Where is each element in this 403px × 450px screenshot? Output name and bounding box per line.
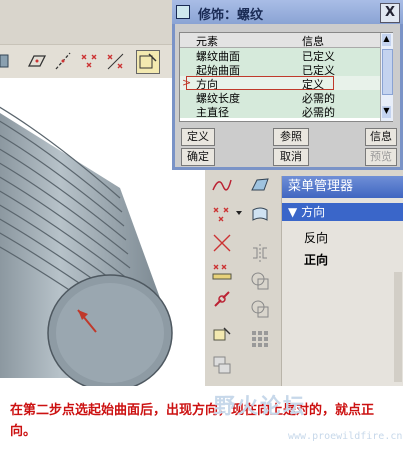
list-row[interactable]: 主直径 必需的 bbox=[180, 104, 380, 119]
dialog-titlebar[interactable]: 修饰：螺纹 X bbox=[172, 0, 403, 24]
ok-button[interactable]: 确定 bbox=[181, 148, 215, 166]
list-row[interactable]: 螺纹曲面 已定义 bbox=[180, 48, 380, 63]
dialog-body: 元素 信息 螺纹曲面 已定义 起始曲面 已定义 > 方向 定义 螺纹长度 必需的 bbox=[175, 24, 400, 167]
mirror-icon[interactable] bbox=[249, 242, 271, 264]
preview-button[interactable]: 预览 bbox=[365, 148, 397, 166]
plane-icon[interactable] bbox=[26, 50, 48, 72]
scrollbar-thumb[interactable] bbox=[382, 49, 393, 95]
coordinate-system-icon[interactable] bbox=[104, 50, 126, 72]
list-row[interactable]: 起始曲面 已定义 bbox=[180, 62, 380, 77]
menu-direction-header[interactable]: ▼ 方向 bbox=[282, 203, 403, 221]
triangle-down-icon: ▼ bbox=[288, 205, 298, 219]
column-header-info: 信息 bbox=[302, 35, 324, 48]
menu-scrollbar[interactable] bbox=[394, 272, 402, 382]
axis-icon[interactable] bbox=[52, 50, 74, 72]
list-row[interactable]: 螺纹长度 必需的 bbox=[180, 90, 380, 105]
trim-icon[interactable] bbox=[249, 298, 271, 320]
menu-manager-panel: 菜单管理器 ▼ 方向 反向 正向 bbox=[281, 176, 403, 386]
surface-tool-icon[interactable] bbox=[249, 204, 271, 226]
watermark-text: 野火论坛 bbox=[214, 394, 306, 418]
point-tool-icon[interactable] bbox=[211, 204, 233, 226]
main-toolbar bbox=[0, 0, 172, 79]
sketch-tool-icon[interactable] bbox=[211, 324, 233, 346]
sketch-icon[interactable] bbox=[136, 50, 160, 74]
chain-link-icon[interactable] bbox=[211, 288, 233, 310]
scroll-up-icon[interactable]: ▲ bbox=[382, 34, 391, 46]
list-scrollbar[interactable]: ▲ ▼ bbox=[380, 33, 393, 121]
measure-icon[interactable] bbox=[211, 260, 233, 282]
menu-direction-label: 方向 bbox=[301, 205, 326, 219]
cancel-button[interactable]: 取消 bbox=[273, 148, 309, 166]
list-header: 元素 信息 bbox=[180, 33, 380, 48]
menu-item-reverse[interactable]: 反向 bbox=[304, 229, 328, 246]
datum-curve-icon[interactable] bbox=[211, 174, 233, 196]
pattern-icon[interactable] bbox=[249, 328, 271, 350]
row-element: 主直径 bbox=[196, 106, 229, 119]
dialog-icon bbox=[176, 5, 190, 19]
analysis-surface-icon[interactable] bbox=[249, 174, 271, 196]
info-button[interactable]: 信息 bbox=[365, 128, 397, 146]
intersect-icon[interactable] bbox=[211, 232, 233, 254]
chevron-down-icon[interactable] bbox=[235, 208, 243, 218]
dialog-title: 修饰：螺纹 bbox=[198, 8, 264, 23]
menu-item-forward[interactable]: 正向 bbox=[304, 251, 328, 268]
menu-manager-title: 菜单管理器 bbox=[282, 176, 403, 198]
merge-icon[interactable] bbox=[249, 270, 271, 292]
right-toolbar: 菜单管理器 ▼ 方向 反向 正向 bbox=[205, 170, 403, 386]
define-button[interactable]: 定义 bbox=[181, 128, 215, 146]
menu-manager-title-text: 菜单管理器 bbox=[288, 179, 354, 194]
watermark-url: www.proewildfire.cn bbox=[288, 431, 403, 442]
row-info: 必需的 bbox=[302, 106, 335, 119]
selection-highlight bbox=[186, 76, 334, 90]
view-cube-icon[interactable] bbox=[0, 50, 22, 72]
element-list[interactable]: 元素 信息 螺纹曲面 已定义 起始曲面 已定义 > 方向 定义 螺纹长度 必需的 bbox=[179, 32, 393, 122]
thread-cosmetic-dialog: 修饰：螺纹 X 元素 信息 螺纹曲面 已定义 起始曲面 已定义 > 方向 定义 bbox=[172, 0, 403, 170]
copy-paste-icon[interactable] bbox=[211, 354, 233, 376]
column-header-element: 元素 bbox=[196, 35, 218, 48]
scroll-down-icon[interactable]: ▼ bbox=[382, 106, 391, 118]
close-button[interactable]: X bbox=[380, 3, 400, 23]
point-icon[interactable] bbox=[78, 50, 100, 72]
reference-button[interactable]: 参照 bbox=[273, 128, 309, 146]
